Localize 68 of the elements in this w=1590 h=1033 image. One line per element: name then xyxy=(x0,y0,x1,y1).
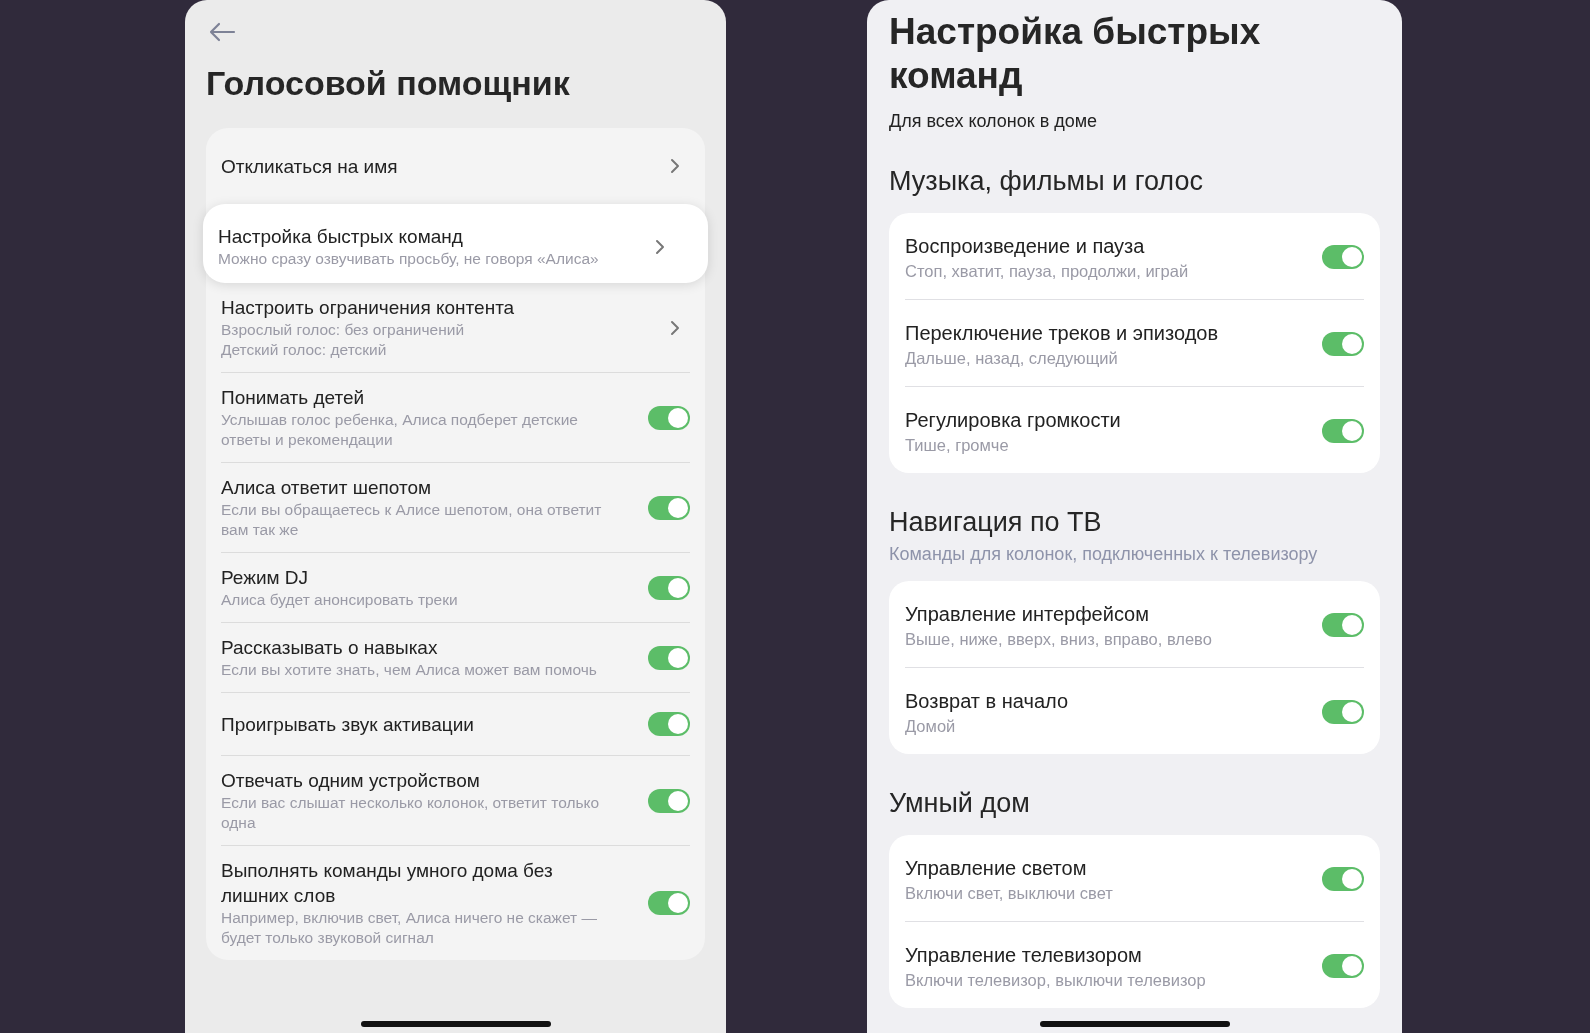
toggle-switch[interactable] xyxy=(648,788,690,813)
toggle-switch[interactable] xyxy=(1322,613,1364,637)
toggle-switch[interactable] xyxy=(1322,700,1364,724)
item-description: Дальше, назад, следующий xyxy=(905,349,1119,368)
item-title: Управление интерфейсом xyxy=(905,602,1150,627)
item-title: Настроить ограничения контента xyxy=(221,296,516,320)
back-arrow-icon[interactable] xyxy=(208,22,236,42)
settings-item[interactable]: Настроить ограничения контента Взрослый голос: без ограничений Детский голос: детский xyxy=(221,283,690,372)
toggle-switch[interactable] xyxy=(648,495,690,520)
item-description: Стоп, хватит, пауза, продолжи, играй xyxy=(905,262,1190,281)
toggle-switch[interactable] xyxy=(1322,245,1364,269)
item-title: Выполнять команды умного дома без лишних слов xyxy=(221,859,554,908)
settings-item[interactable]: Откликаться на имя xyxy=(221,128,690,204)
chevron-icon xyxy=(670,158,680,174)
item-description: Если вы обращаетесь к Алисе шепотом, она ответит вам так же xyxy=(221,500,603,540)
item-description: Алиса будет анонсировать треки xyxy=(221,590,459,610)
item-title: Управление светом xyxy=(905,856,1088,881)
item-title: Воспроизведение и пауза xyxy=(905,234,1146,259)
item-title: Настройка быстрых команд xyxy=(218,225,464,249)
item-title: Регулировка громкости xyxy=(905,408,1122,433)
item-description: Тише, громче xyxy=(905,436,1010,455)
section-heading: Музыка, фильмы и голос xyxy=(889,166,1204,197)
item-description: Включи телевизор, выключи телевизор xyxy=(905,971,1207,990)
item-title: Алиса ответит шепотом xyxy=(221,476,433,500)
settings-item[interactable]: Режим DJ Алиса будет анонсировать треки xyxy=(221,552,690,622)
item-description: Например, включив свет, Алиса ничего не скажет — будет только звуковой сигнал xyxy=(221,908,598,948)
toggle-switch[interactable] xyxy=(1322,419,1364,443)
item-description: Выше, ниже, вверх, вниз, вправо, влево xyxy=(905,630,1213,649)
page-subtitle: Для всех колонок в доме xyxy=(889,111,1099,132)
item-title: Возврат в начало xyxy=(905,689,1070,714)
chevron-icon xyxy=(655,238,665,255)
item-title: Откликаться на имя xyxy=(221,154,399,179)
toggle-switch[interactable] xyxy=(648,405,690,430)
settings-item[interactable]: Рассказывать о навыках Если вы хотите знать, чем Алиса может вам помочь xyxy=(221,622,690,692)
page-title: Настройка быстрых команд xyxy=(889,10,1262,98)
settings-item[interactable]: Отвечать одним устройством Если вас слышат несколько колонок, ответит только одна xyxy=(221,755,690,845)
toggle-switch[interactable] xyxy=(648,645,690,670)
settings-item[interactable]: Понимать детей Услышав голос ребенка, Алиса подберет детские ответы и рекомендации xyxy=(221,372,690,462)
item-title: Отвечать одним устройством xyxy=(221,769,481,793)
toggle-switch[interactable] xyxy=(648,712,690,736)
item-description: Если вы хотите знать, чем Алиса может вам помочь xyxy=(221,660,598,680)
toggle-switch[interactable] xyxy=(648,891,690,915)
chevron-icon xyxy=(670,319,680,336)
item-description: Включи свет, выключи свет xyxy=(905,884,1114,903)
item-title: Рассказывать о навыках xyxy=(221,636,439,660)
toggle-switch[interactable] xyxy=(1322,332,1364,356)
section-heading: Умный дом xyxy=(889,788,1031,819)
settings-item[interactable]: Алиса ответит шепотом Если вы обращаетесь к Алисе шепотом, она ответит вам так же xyxy=(221,462,690,552)
item-title: Проигрывать звук активации xyxy=(221,712,475,737)
item-description: Если вас слышат несколько колонок, ответит только одна xyxy=(221,793,601,833)
page-title: Голосовой помощник xyxy=(206,64,571,103)
item-title: Понимать детей xyxy=(221,386,366,410)
toggle-switch[interactable] xyxy=(648,575,690,600)
item-description: Взрослый голос: без ограничений xyxy=(221,320,466,340)
item-title: Режим DJ xyxy=(221,566,310,590)
toggle-switch[interactable] xyxy=(1322,954,1364,978)
section-heading: Навигация по ТВ xyxy=(889,507,1103,538)
item-title: Переключение треков и эпизодов xyxy=(905,321,1220,346)
item-description: Можно сразу озвучивать просьбу, не говоря «Алиса» xyxy=(218,249,600,269)
settings-item[interactable]: Выполнять команды умного дома без лишних слов Например, включив свет, Алиса ничего не скажет — будет только звуковой сигнал xyxy=(221,845,690,960)
toggle-switch[interactable] xyxy=(1322,867,1364,891)
settings-item[interactable]: Настройка быстрых команд Можно сразу озвучивать просьбу, не говоря «Алиса» xyxy=(203,204,708,283)
item-description: Услышав голос ребенка, Алиса подберет детские ответы и рекомендации xyxy=(221,410,579,450)
section-note: Команды для колонок, подключенных к телевизору xyxy=(889,544,1319,565)
item-description: Домой xyxy=(905,717,957,736)
item-title: Управление телевизором xyxy=(905,943,1143,968)
settings-item[interactable]: Проигрывать звук активации xyxy=(221,692,690,755)
item-description: Детский голос: детский xyxy=(221,340,388,360)
